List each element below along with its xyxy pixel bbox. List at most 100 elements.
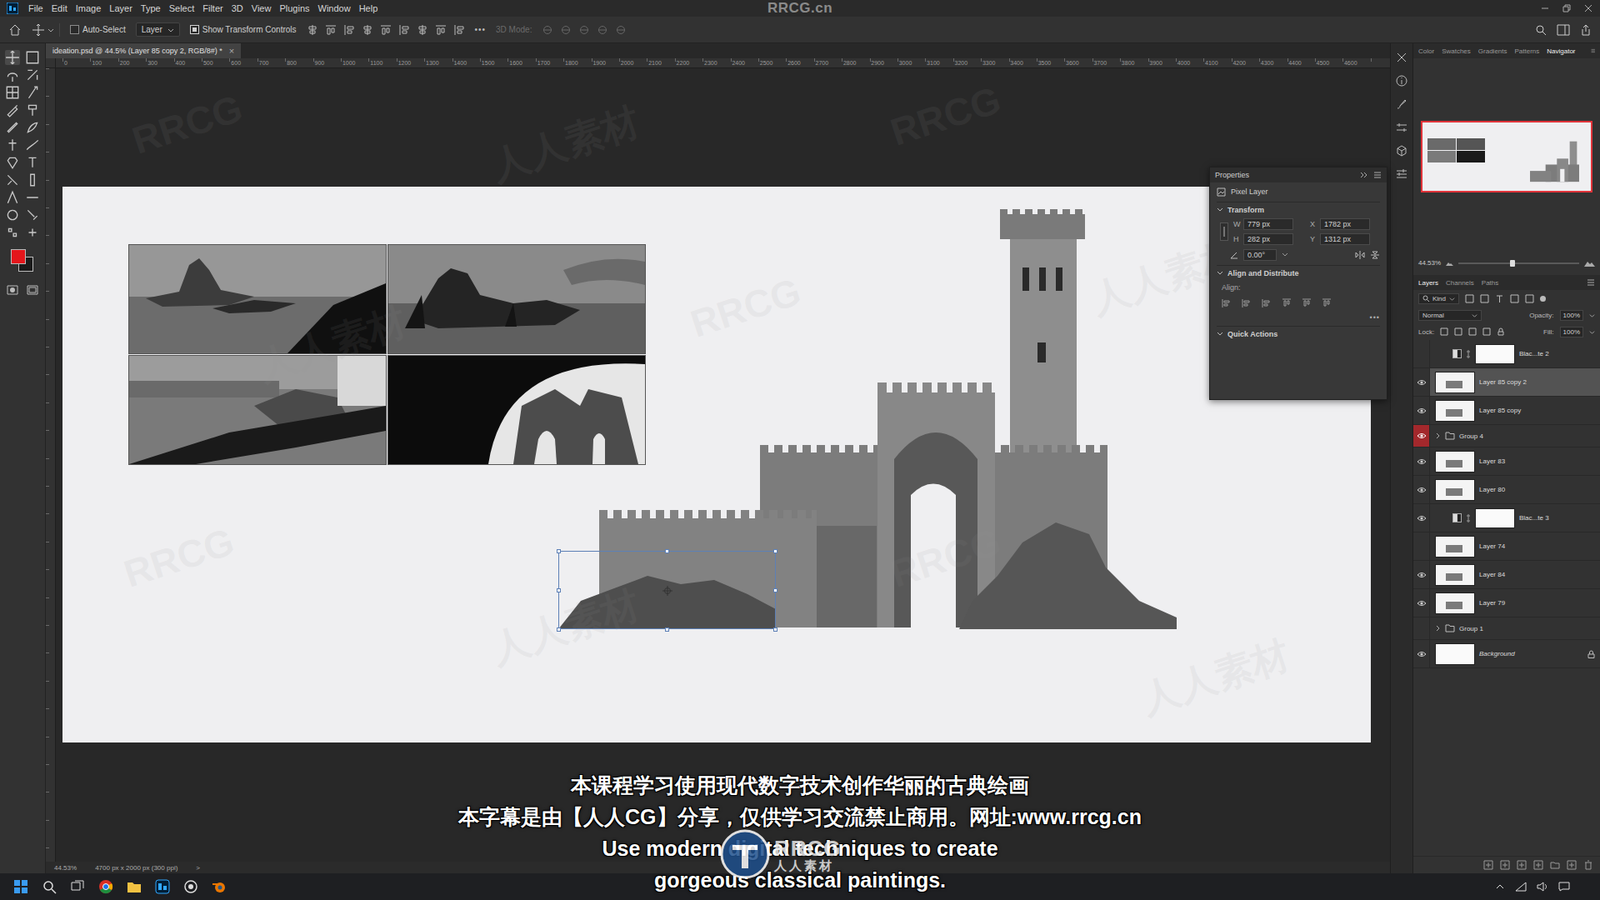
tool-icon[interactable] [25, 102, 40, 118]
layer-row[interactable]: Layer 85 copy [1413, 396, 1600, 425]
menu-item[interactable]: View [251, 3, 272, 14]
flip-vertical-icon[interactable] [1370, 250, 1380, 260]
panel-menu-icon[interactable] [1586, 279, 1595, 286]
brush-icon[interactable] [1395, 98, 1408, 110]
lock-option-icon[interactable] [1468, 327, 1477, 336]
link-icon[interactable] [1220, 222, 1229, 241]
close-tab-button[interactable]: × [229, 45, 235, 56]
tool-icon[interactable] [5, 50, 20, 65]
panel-tab[interactable]: Channels [1445, 279, 1475, 287]
tool-icon[interactable] [5, 207, 20, 223]
layer-name[interactable]: Layer 85 copy [1479, 406, 1521, 415]
tool-icon[interactable] [5, 172, 20, 188]
menu-item[interactable]: Help [359, 3, 379, 14]
layer-row[interactable]: Layer 74 [1413, 532, 1600, 561]
layer-thumbnail[interactable] [1435, 535, 1475, 558]
chevron-down-icon[interactable] [1589, 312, 1595, 319]
3d-tool-icon[interactable] [541, 24, 554, 36]
layer-row[interactable]: Layer 83 [1413, 447, 1600, 476]
transform-handle[interactable] [556, 549, 561, 554]
tool-icon[interactable] [25, 137, 40, 153]
layer-thumbnail[interactable] [1435, 592, 1475, 615]
y-field[interactable]: Y1312 px [1310, 233, 1380, 245]
checkbox-box[interactable] [190, 25, 200, 35]
transform-section-header[interactable]: Transform [1216, 201, 1380, 215]
menu-item[interactable]: Filter [202, 3, 223, 14]
transform-handle[interactable] [773, 549, 778, 554]
3d-tool-icon[interactable] [596, 24, 609, 36]
layer-row[interactable]: Layer 85 copy 2 [1413, 368, 1600, 397]
align-icon[interactable] [1281, 298, 1292, 309]
layer-row[interactable]: Background [1413, 640, 1600, 669]
visibility-toggle[interactable] [1413, 368, 1430, 396]
layer-thumbnail[interactable] [1435, 371, 1475, 394]
layer-action-icon[interactable] [1533, 860, 1544, 870]
adjustments-icon[interactable] [1395, 121, 1408, 134]
layer-name[interactable]: Layer 80 [1479, 485, 1505, 494]
tool-icon[interactable] [25, 172, 40, 188]
height-field[interactable]: H282 px [1233, 233, 1304, 245]
visibility-toggle[interactable] [1413, 447, 1430, 475]
link-icon[interactable] [1465, 349, 1471, 360]
align-icon[interactable] [325, 24, 337, 36]
color-swatches[interactable] [10, 248, 35, 274]
close-icon[interactable] [1583, 3, 1594, 14]
blender-icon[interactable] [211, 879, 227, 895]
transform-selection[interactable] [558, 550, 776, 630]
layer-name[interactable]: Background [1479, 650, 1515, 658]
lock-option-icon[interactable] [1496, 327, 1505, 336]
tool-icon[interactable] [5, 67, 20, 83]
menu-item[interactable]: Type [140, 3, 161, 14]
visibility-toggle[interactable] [1413, 425, 1430, 447]
3d-tool-icon[interactable] [578, 24, 590, 36]
layer-action-icon[interactable] [1583, 860, 1594, 870]
transform-handle[interactable] [665, 549, 670, 554]
windows-start-icon[interactable] [13, 879, 29, 895]
info-icon[interactable] [1395, 75, 1408, 87]
quick-mask-icon[interactable] [5, 283, 20, 297]
zoom-slider-knob[interactable] [1510, 260, 1515, 267]
tool-preset[interactable] [31, 23, 60, 37]
tray-expand-icon[interactable] [1495, 881, 1505, 892]
panel-menu-icon[interactable] [1373, 171, 1382, 179]
filter-type-icon[interactable] [1525, 294, 1535, 304]
tool-icon[interactable] [5, 137, 20, 153]
menu-item[interactable]: Select [169, 3, 195, 14]
visibility-toggle[interactable] [1413, 475, 1430, 504]
tool-icon[interactable] [25, 225, 40, 240]
tool-icon[interactable] [5, 85, 20, 100]
layer-action-icon[interactable] [1516, 860, 1527, 870]
visibility-toggle[interactable] [1413, 589, 1430, 617]
flip-horizontal-icon[interactable] [1355, 250, 1365, 260]
transform-handle[interactable] [665, 627, 670, 632]
layer-row[interactable]: Blac...te 2 [1413, 340, 1600, 369]
transform-handle[interactable] [773, 588, 778, 593]
align-icon[interactable] [343, 24, 355, 36]
status-zoom[interactable]: 44.53% [54, 864, 77, 872]
pivot-point-icon[interactable] [662, 585, 673, 596]
align-icon[interactable] [1221, 298, 1232, 309]
layer-row[interactable]: Blac...te 3 [1413, 504, 1600, 533]
layer-name[interactable]: Layer 83 [1479, 457, 1505, 465]
panel-header[interactable]: Properties [1210, 167, 1387, 183]
menu-item[interactable]: File [28, 3, 44, 14]
zoom-in-icon[interactable] [1584, 259, 1595, 267]
layer-row[interactable]: Group 1 [1413, 617, 1600, 640]
layer-action-icon[interactable] [1550, 860, 1560, 870]
chrome-icon[interactable] [98, 879, 114, 895]
status-menu-button[interactable]: > [195, 864, 200, 872]
layer-row[interactable]: Layer 84 [1413, 560, 1600, 590]
tools-icon[interactable] [1395, 51, 1408, 64]
panel-tab[interactable]: Patterns [1515, 47, 1540, 55]
align-icon[interactable] [361, 24, 374, 36]
visibility-toggle[interactable] [1413, 640, 1430, 668]
menu-item[interactable]: 3D [231, 3, 244, 14]
search-icon[interactable] [41, 879, 57, 895]
tool-icon[interactable] [5, 120, 20, 135]
expand-arrow-icon[interactable] [1435, 625, 1441, 632]
menu-item[interactable]: Plugins [279, 3, 310, 14]
align-icon[interactable] [398, 24, 410, 36]
layer-thumbnail[interactable] [1435, 400, 1475, 422]
tool-icon[interactable] [25, 67, 40, 83]
search-icon[interactable] [1535, 24, 1547, 36]
